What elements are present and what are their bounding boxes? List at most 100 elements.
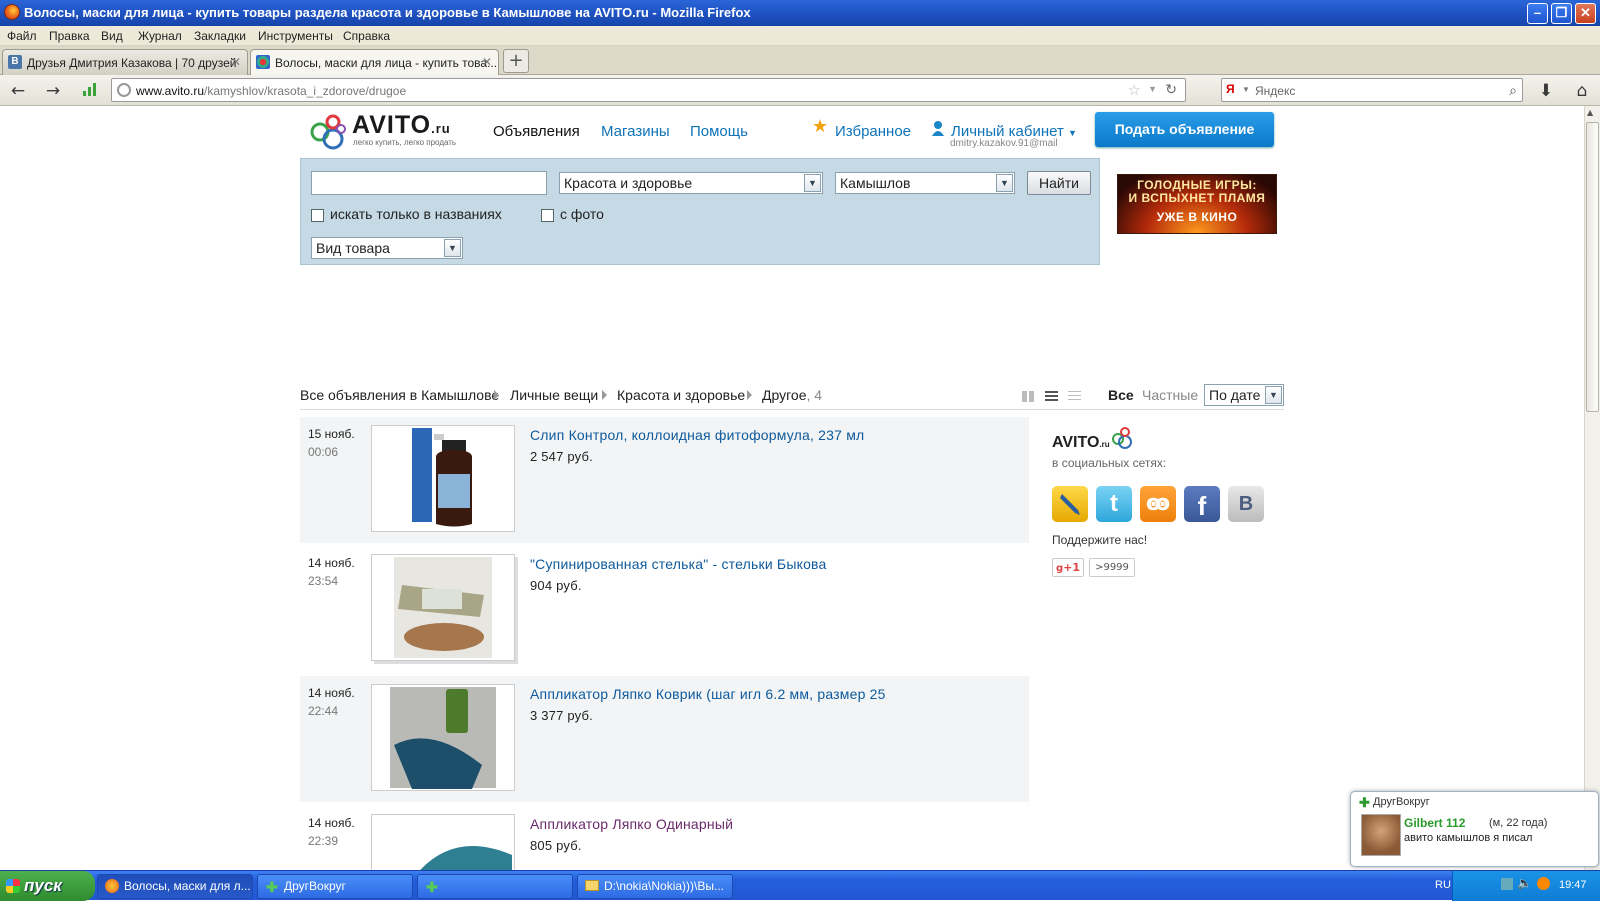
volume-icon[interactable]: 🔈: [1517, 876, 1532, 890]
start-label: пуск: [24, 876, 62, 895]
engine-dropdown-icon[interactable]: ▼: [1242, 85, 1250, 94]
scroll-thumb[interactable]: [1586, 122, 1599, 412]
new-tab-button[interactable]: +: [503, 49, 529, 73]
find-button[interactable]: Найти: [1027, 171, 1091, 195]
search-panel: Красота и здоровье ▼ Камышлов ▼ Найти иска…: [300, 158, 1100, 265]
nav-listings[interactable]: Объявления: [493, 123, 580, 140]
sidebar-logo: AVITO.ru: [1052, 434, 1110, 451]
menu-edit[interactable]: Правка: [49, 29, 90, 43]
avatar[interactable]: [1361, 814, 1401, 856]
listing-row[interactable]: 15 нояб. 00:06 Слип Контрол, коллоидная …: [300, 417, 1029, 543]
chevron-down-icon: ▼: [1265, 386, 1282, 404]
tab-vk-friends[interactable]: B Друзья Дмитрия Казакова | 70 друзей ✕: [2, 49, 248, 75]
breadcrumb-beauty[interactable]: Красота и здоровье: [617, 387, 745, 403]
tab-avito[interactable]: Волосы, маски для лица - купить това... …: [250, 49, 499, 76]
tray-app-icon[interactable]: [1537, 877, 1550, 890]
category-select[interactable]: Красота и здоровье ▼: [559, 172, 823, 194]
listing-thumbnail[interactable]: [371, 554, 515, 661]
gplus-button[interactable]: g+1: [1052, 558, 1084, 577]
twitter-icon[interactable]: t: [1096, 486, 1132, 522]
vkontakte-icon[interactable]: B: [1228, 486, 1264, 522]
search-icon[interactable]: ⌕: [1509, 82, 1517, 99]
location-select[interactable]: Камышлов ▼: [835, 172, 1015, 194]
listing-thumbnail[interactable]: [371, 425, 515, 532]
menu-tools[interactable]: Инструменты: [258, 29, 333, 43]
favorites-link[interactable]: Избранное: [835, 123, 911, 140]
language-indicator[interactable]: RU: [1435, 879, 1451, 891]
menu-view[interactable]: Вид: [101, 29, 123, 43]
listing-row[interactable]: 14 нояб. 22:44 Аппликатор Ляпко Коврик (…: [300, 676, 1029, 802]
with-photo-checkbox[interactable]: [541, 209, 554, 222]
listing-title-link[interactable]: Аппликатор Ляпко Одинарный: [530, 816, 733, 832]
listing-title-link[interactable]: Слип Контрол, коллоидная фитоформула, 23…: [530, 427, 864, 443]
notification-app: ДругВокруг: [1373, 796, 1430, 808]
start-button[interactable]: пуск: [0, 871, 95, 901]
notification-popup[interactable]: ✚ ДругВокруг Gilbert 112 (м, 22 года) ав…: [1350, 791, 1599, 867]
menu-file[interactable]: Файл: [7, 29, 37, 43]
nav-shops[interactable]: Магазины: [601, 123, 670, 140]
maximize-button[interactable]: ❐: [1551, 3, 1572, 24]
forward-icon[interactable]: →: [43, 81, 63, 101]
back-icon[interactable]: ←: [8, 81, 28, 101]
search-bar[interactable]: Я ▼ Яндекс ⌕: [1221, 78, 1523, 102]
breadcrumb-other: Другое, 4: [762, 387, 823, 403]
network-icon[interactable]: [1501, 878, 1513, 890]
nav-help[interactable]: Помощь: [690, 123, 748, 140]
filter-private[interactable]: Частные: [1142, 387, 1198, 403]
clock[interactable]: 19:47: [1559, 879, 1587, 891]
breadcrumb-personal[interactable]: Личные вещи: [510, 387, 598, 403]
listing-title-link[interactable]: Аппликатор Ляпко Коврик (шаг игл 6.2 мм,…: [530, 686, 886, 702]
list-view-icon[interactable]: [1045, 391, 1058, 402]
notification-user[interactable]: Gilbert 112: [1404, 816, 1465, 830]
sort-select[interactable]: По дате ▼: [1204, 384, 1284, 406]
listing-time: 23:54: [308, 574, 339, 588]
close-tab-icon[interactable]: ✕: [482, 55, 492, 69]
page-scrollbar[interactable]: ▲: [1584, 106, 1600, 870]
grid-view-icon[interactable]: [1022, 391, 1035, 402]
breadcrumb-all[interactable]: Все объявления в Камышлове: [300, 387, 499, 403]
taskbar-drugvokrug-2[interactable]: ✚: [417, 874, 573, 899]
downloads-icon[interactable]: ⬇: [1536, 81, 1556, 101]
filter-all[interactable]: Все: [1108, 387, 1134, 403]
listing-row[interactable]: 14 нояб. 23:54 "Супинированная стелька" …: [300, 546, 1029, 672]
menu-history[interactable]: Журнал: [138, 29, 182, 43]
url-bar[interactable]: www.avito.ru/kamyshlov/krasota_i_zdorove…: [111, 78, 1186, 102]
taskbar-firefox[interactable]: Волосы, маски для л...: [97, 874, 253, 899]
product-type-select[interactable]: Вид товара ▼: [311, 237, 463, 259]
listing-thumbnail[interactable]: [371, 814, 515, 870]
divider: [300, 409, 1284, 410]
post-ad-button[interactable]: Подать объявление: [1095, 112, 1274, 147]
reload-icon[interactable]: ↻: [1165, 81, 1177, 98]
avito-logo[interactable]: [306, 112, 350, 153]
facebook-icon[interactable]: f: [1184, 486, 1220, 522]
bookmark-star-icon[interactable]: ☆: [1128, 81, 1141, 99]
listing-price: 2 547 руб.: [530, 449, 593, 464]
listing-thumbnail[interactable]: [371, 684, 515, 791]
category-value: Красота и здоровье: [564, 175, 693, 191]
search-input[interactable]: [311, 171, 547, 195]
home-icon[interactable]: ⌂: [1572, 81, 1592, 101]
tab-label: Друзья Дмитрия Казакова | 70 друзей: [27, 56, 237, 70]
history-dropdown-icon[interactable]: ▼: [1148, 84, 1157, 94]
taskbar-drugvokrug[interactable]: ✚ ДругВокруг: [257, 874, 413, 899]
breadcrumb-separator-icon: [602, 390, 607, 400]
menu-help[interactable]: Справка: [343, 29, 390, 43]
listing-title-link[interactable]: "Супинированная стелька" - стельки Быков…: [530, 556, 827, 572]
close-tab-icon[interactable]: ✕: [231, 55, 241, 69]
compact-view-icon[interactable]: [1068, 391, 1081, 402]
sort-value: По дате: [1209, 387, 1261, 403]
clover-icon: ✚: [1359, 795, 1370, 810]
taskbar-folder[interactable]: D:\nokia\Nokia)))\Вы...: [577, 874, 733, 899]
menu-bookmarks[interactable]: Закладки: [194, 29, 246, 43]
close-window-button[interactable]: ✕: [1575, 3, 1596, 24]
minimize-button[interactable]: –: [1527, 3, 1548, 24]
account-email: dmitry.kazakov.91@mail: [950, 138, 1058, 149]
tab-bar: B Друзья Дмитрия Казакова | 70 друзей ✕ …: [0, 46, 1600, 76]
odnoklassniki-icon[interactable]: ꙭ: [1140, 486, 1176, 522]
listing-row[interactable]: 14 нояб. 22:39 Аппликатор Ляпко Одинарны…: [300, 806, 1029, 870]
livejournal-icon[interactable]: [1052, 486, 1088, 522]
scroll-up-icon[interactable]: ▲: [1587, 108, 1593, 117]
only-titles-checkbox[interactable]: [311, 209, 324, 222]
clover-icon: ✚: [266, 879, 278, 895]
movie-banner[interactable]: ГОЛОДНЫЕ ИГРЫ: И ВСПЫХНЕТ ПЛАМЯ УЖЕ В КИ…: [1117, 174, 1277, 234]
